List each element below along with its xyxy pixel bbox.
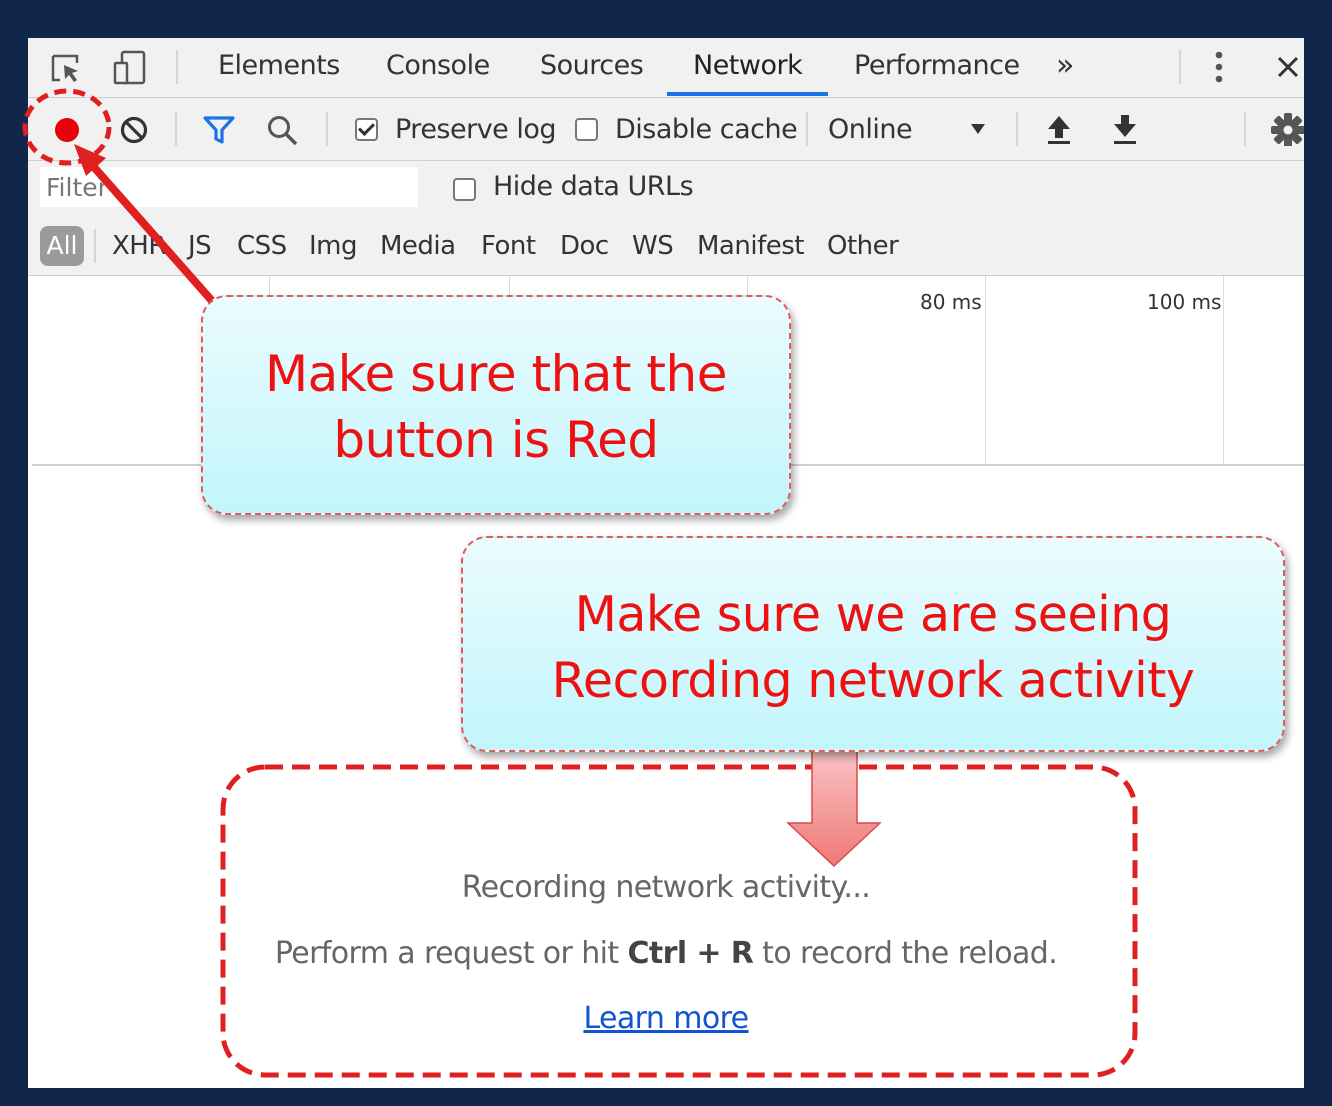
divider bbox=[175, 112, 177, 146]
divider bbox=[94, 229, 96, 263]
more-tabs-button[interactable]: » bbox=[1056, 48, 1074, 83]
import-har-icon[interactable] bbox=[1044, 112, 1074, 146]
tab-performance[interactable]: Performance bbox=[854, 50, 1020, 81]
timeline-gridline bbox=[985, 276, 986, 464]
disable-cache-label: Disable cache bbox=[615, 114, 798, 145]
callout-recording-activity-line-1: Make sure we are seeing bbox=[574, 586, 1172, 643]
callout-record-button: Make sure that the button is Red bbox=[201, 295, 791, 515]
divider bbox=[806, 112, 808, 146]
recording-status: Recording network activity... bbox=[461, 870, 871, 905]
active-tab-indicator bbox=[667, 92, 828, 96]
settings-gear-icon[interactable] bbox=[1270, 112, 1304, 146]
resource-type-filter: All XHR JS CSS Img Media Font Doc WS Man… bbox=[28, 219, 1304, 276]
type-filter-doc[interactable]: Doc bbox=[560, 231, 609, 261]
tab-bar: Elements Console Sources Network Perform… bbox=[28, 38, 1304, 98]
learn-more-row: Learn more bbox=[28, 1001, 1304, 1036]
callout-recording-activity-line-2: Recording network activity bbox=[551, 652, 1195, 709]
filter-icon[interactable] bbox=[202, 115, 236, 145]
divider bbox=[1179, 50, 1181, 84]
reload-shortcut: Ctrl + R bbox=[627, 936, 754, 971]
type-filter-css[interactable]: CSS bbox=[237, 231, 287, 261]
device-toolbar-icon[interactable] bbox=[112, 50, 148, 86]
close-icon[interactable] bbox=[1276, 55, 1300, 79]
timeline-gridline bbox=[1223, 276, 1224, 464]
hide-data-urls-label: Hide data URLs bbox=[493, 171, 694, 202]
export-har-icon[interactable] bbox=[1110, 112, 1140, 146]
type-filter-js[interactable]: JS bbox=[188, 231, 212, 261]
filter-input[interactable] bbox=[40, 167, 418, 207]
type-filter-ws[interactable]: WS bbox=[632, 231, 674, 261]
tab-elements[interactable]: Elements bbox=[218, 50, 340, 81]
clear-icon[interactable] bbox=[118, 114, 150, 146]
type-filter-xhr[interactable]: XHR bbox=[112, 231, 166, 261]
preserve-log-checkbox[interactable] bbox=[355, 118, 378, 141]
callout-record-button-line-2: button is Red bbox=[333, 411, 659, 469]
search-icon[interactable] bbox=[266, 114, 300, 148]
kebab-menu-icon[interactable] bbox=[1213, 50, 1225, 86]
type-filter-manifest[interactable]: Manifest bbox=[697, 231, 804, 261]
timeline-tick-label: 100 ms bbox=[1147, 290, 1222, 314]
inspect-element-icon[interactable] bbox=[50, 53, 84, 85]
record-button[interactable] bbox=[52, 115, 82, 145]
tab-network[interactable]: Network bbox=[693, 50, 803, 81]
divider bbox=[1244, 112, 1246, 146]
type-filter-img[interactable]: Img bbox=[309, 231, 358, 261]
reload-hint-suffix: to record the reload. bbox=[753, 936, 1058, 971]
filter-row: Hide data URLs bbox=[28, 161, 1304, 219]
tab-console[interactable]: Console bbox=[386, 50, 490, 81]
type-filter-media[interactable]: Media bbox=[380, 231, 456, 261]
throttling-select[interactable]: Online bbox=[828, 114, 913, 145]
type-filter-other[interactable]: Other bbox=[827, 231, 899, 261]
disable-cache-checkbox[interactable] bbox=[575, 118, 598, 141]
reload-hint: Perform a request or hit Ctrl + R to rec… bbox=[28, 936, 1304, 971]
tab-sources[interactable]: Sources bbox=[540, 50, 644, 81]
callout-recording-activity: Make sure we are seeing Recording networ… bbox=[461, 536, 1285, 752]
learn-more-link[interactable]: Learn more bbox=[583, 1001, 749, 1036]
divider bbox=[326, 112, 328, 146]
divider bbox=[176, 50, 178, 84]
callout-record-button-line-1: Make sure that the bbox=[265, 345, 727, 403]
type-filter-all[interactable]: All bbox=[40, 226, 84, 266]
reload-hint-prefix: Perform a request or hit bbox=[274, 936, 628, 971]
type-filter-font[interactable]: Font bbox=[481, 231, 536, 261]
timeline-tick-label: 80 ms bbox=[920, 290, 982, 314]
network-toolbar: Preserve log Disable cache Online bbox=[28, 98, 1304, 161]
divider bbox=[1016, 112, 1018, 146]
hide-data-urls-checkbox[interactable] bbox=[453, 178, 476, 201]
dropdown-arrow-icon[interactable] bbox=[970, 122, 986, 136]
preserve-log-label: Preserve log bbox=[395, 114, 557, 145]
